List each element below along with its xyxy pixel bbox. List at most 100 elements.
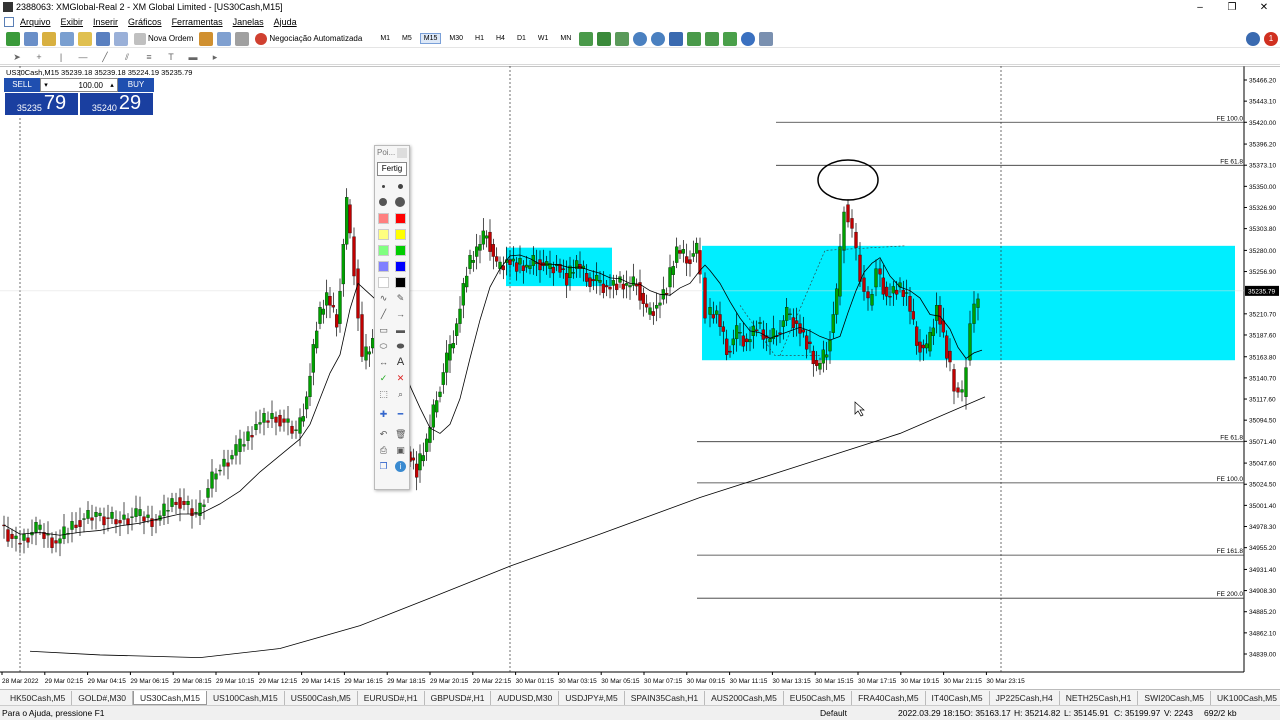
- freehand-icon[interactable]: ∿: [378, 293, 389, 304]
- chart-tab[interactable]: FRA40Cash,M5: [852, 690, 926, 705]
- chart-tab[interactable]: JP225Cash,H4: [990, 690, 1060, 705]
- label-icon[interactable]: ▬: [187, 52, 199, 62]
- menu-graficos[interactable]: Gráficos: [128, 17, 162, 27]
- menu-arquivo[interactable]: Arquivo: [20, 17, 51, 27]
- chart-tab[interactable]: NETH25Cash,H1: [1060, 690, 1139, 705]
- dot-small-icon[interactable]: [381, 184, 385, 188]
- ellipse-icon[interactable]: ⬭: [378, 341, 389, 352]
- done-button[interactable]: Fertig: [377, 162, 407, 176]
- dot-medium-icon[interactable]: [397, 183, 403, 189]
- tf-mn[interactable]: MN: [556, 33, 575, 44]
- zoom-in-icon[interactable]: [633, 31, 648, 46]
- plus-icon[interactable]: ✚: [378, 409, 389, 420]
- new-chart-icon[interactable]: [6, 31, 20, 46]
- menu-ferramentas[interactable]: Ferramentas: [172, 17, 223, 27]
- text-tool-icon[interactable]: A: [395, 356, 406, 368]
- chart-area[interactable]: FE 100.0 FE 61.8 FE 61.8 FE 100.0 FE 161.8 FE…: [0, 66, 1280, 688]
- color-swatch[interactable]: [378, 212, 389, 224]
- market-watch-icon[interactable]: [42, 31, 56, 46]
- chart-tab[interactable]: EURUSD#,H1: [358, 690, 425, 705]
- tf-h4[interactable]: H4: [492, 33, 509, 44]
- horizontal-line-icon[interactable]: —: [77, 52, 89, 62]
- color-swatch[interactable]: [395, 260, 406, 272]
- chart-tab[interactable]: GBPUSD#,H1: [425, 690, 492, 705]
- chart-tab[interactable]: USDJPY#,M5: [559, 690, 625, 705]
- tf-h1[interactable]: H1: [471, 33, 488, 44]
- text-icon[interactable]: T: [165, 52, 177, 62]
- templates-icon[interactable]: [759, 31, 774, 46]
- notification-icon[interactable]: 1: [1264, 31, 1278, 46]
- save-icon[interactable]: ▣: [395, 445, 406, 456]
- filled-ellipse-icon[interactable]: ⬬: [395, 341, 406, 352]
- dot-large-icon[interactable]: [379, 198, 387, 206]
- color-swatch[interactable]: [395, 244, 406, 256]
- check-icon[interactable]: ✓: [378, 373, 389, 384]
- chart-tab[interactable]: AUS200Cash,M5: [705, 690, 784, 705]
- chart-tab[interactable]: AUDUSD,M30: [491, 690, 560, 705]
- tf-w1[interactable]: W1: [534, 33, 553, 44]
- arrow-icon[interactable]: →: [395, 309, 406, 320]
- menu-exibir[interactable]: Exibir: [61, 17, 84, 27]
- filled-rectangle-icon[interactable]: ▬: [395, 325, 406, 336]
- highlighter-icon[interactable]: ✎: [395, 293, 406, 304]
- minimize-button[interactable]: –: [1184, 2, 1216, 13]
- copy-icon[interactable]: ❐: [378, 461, 389, 472]
- tf-m1[interactable]: M1: [376, 33, 394, 44]
- fibonacci-icon[interactable]: ≡: [143, 52, 155, 62]
- close-button[interactable]: ✕: [1248, 2, 1280, 13]
- palette-close-icon[interactable]: [397, 148, 407, 158]
- lot-up-icon[interactable]: ▴: [107, 81, 117, 89]
- chart-tab[interactable]: US500Cash,M5: [285, 690, 358, 705]
- metaeditor-icon[interactable]: [199, 31, 214, 46]
- crop-icon[interactable]: ⬚: [378, 389, 389, 400]
- crosshair-icon[interactable]: +: [33, 52, 45, 62]
- dot-xlarge-icon[interactable]: [395, 197, 405, 207]
- tf-m5[interactable]: M5: [398, 33, 416, 44]
- strategy-tester-icon[interactable]: [114, 31, 128, 46]
- vertical-line-icon[interactable]: |: [55, 52, 67, 62]
- chart-tab[interactable]: IT40Cash,M5: [926, 690, 990, 705]
- color-swatch[interactable]: [395, 212, 406, 224]
- chart-tab[interactable]: SPAIN35Cash,H1: [625, 690, 706, 705]
- menu-inserir[interactable]: Inserir: [93, 17, 118, 27]
- candles-icon[interactable]: [597, 31, 612, 46]
- cross-icon[interactable]: ✕: [395, 373, 406, 384]
- color-swatch[interactable]: [395, 276, 406, 288]
- navigator-icon[interactable]: [78, 31, 92, 46]
- restore-button[interactable]: ❐: [1216, 2, 1248, 13]
- chart-tab[interactable]: HK50Cash,M5: [4, 690, 73, 705]
- algo-trading-button[interactable]: Negociação Automatizada: [255, 32, 362, 45]
- lot-down-icon[interactable]: ▾: [41, 81, 51, 89]
- trash-icon[interactable]: 🗑: [395, 429, 406, 440]
- tile-windows-icon[interactable]: [669, 31, 684, 46]
- rectangle-icon[interactable]: ▭: [378, 325, 389, 336]
- vps-icon[interactable]: [235, 31, 250, 46]
- chart-tab[interactable]: EU50Cash,M5: [784, 690, 853, 705]
- sell-button[interactable]: SELL: [4, 78, 40, 92]
- color-swatch[interactable]: [378, 276, 389, 288]
- line-chart-icon[interactable]: [615, 31, 630, 46]
- zoom-out-icon[interactable]: [651, 31, 666, 46]
- chart-tab[interactable]: SWI20Cash,M5: [1138, 690, 1211, 705]
- bar-chart-icon[interactable]: [579, 31, 594, 46]
- tf-d1[interactable]: D1: [513, 33, 530, 44]
- lot-size-value[interactable]: 100.00: [51, 81, 107, 90]
- menu-ajuda[interactable]: Ajuda: [274, 17, 297, 27]
- zoom-tool-icon[interactable]: ⌕: [395, 389, 406, 400]
- chart-tab[interactable]: US30Cash,M15: [133, 690, 208, 705]
- shapes-icon[interactable]: ▸: [209, 52, 221, 62]
- tf-m30[interactable]: M30: [445, 33, 467, 44]
- menu-janelas[interactable]: Janelas: [233, 17, 264, 27]
- channel-icon[interactable]: ⫽: [121, 52, 133, 62]
- print-icon[interactable]: ⎙: [378, 445, 389, 456]
- cursor-icon[interactable]: ➤: [11, 52, 23, 62]
- line-icon[interactable]: ╱: [378, 309, 389, 320]
- chart-tab[interactable]: US100Cash,M15: [207, 690, 285, 705]
- undo-icon[interactable]: ↶: [378, 429, 389, 440]
- data-window-icon[interactable]: [60, 31, 74, 46]
- periods-icon[interactable]: [741, 31, 756, 46]
- search-icon[interactable]: [1246, 31, 1260, 46]
- sell-price[interactable]: 35235 79: [4, 92, 79, 116]
- info-icon[interactable]: i: [395, 460, 406, 472]
- document-icon[interactable]: [4, 17, 14, 27]
